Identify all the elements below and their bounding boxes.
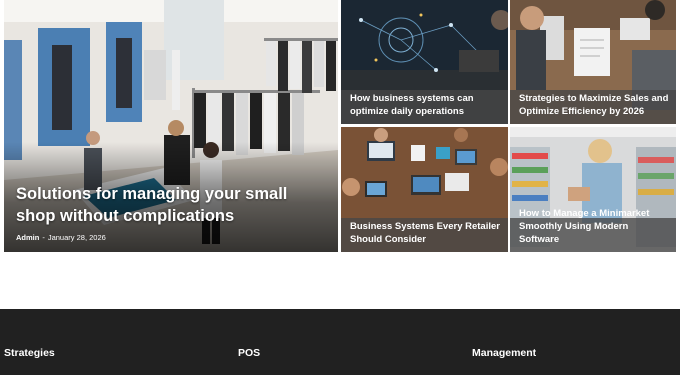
post-title[interactable]: How business systems can optimize daily … [350,92,502,118]
footer-heading-strategies[interactable]: Strategies [4,347,55,359]
featured-post-title[interactable]: Solutions for managing your small shop w… [16,183,288,227]
post-card-minimarket[interactable]: How to Manage a Minimarket Smoothly Usin… [510,127,676,252]
post-title[interactable]: Business Systems Every Retailer Should C… [350,220,502,246]
post-title[interactable]: Strategies to Maximize Sales and Optimiz… [519,92,670,118]
post-grid: Solutions for managing your small shop w… [4,0,676,252]
site-footer: Strategies POS Management [0,309,680,375]
post-card-sales-strategies[interactable]: Strategies to Maximize Sales and Optimiz… [510,0,676,124]
featured-post-meta: Admin - January 28, 2026 [16,233,106,242]
post-title[interactable]: How to Manage a Minimarket Smoothly Usin… [519,207,670,246]
post-card-business-systems[interactable]: How business systems can optimize daily … [341,0,508,124]
post-date: January 28, 2026 [47,233,106,242]
meta-separator: - [42,233,45,242]
footer-heading-pos[interactable]: POS [238,347,260,359]
featured-post-card[interactable]: Solutions for managing your small shop w… [4,0,338,252]
footer-heading-management[interactable]: Management [472,347,536,359]
post-author[interactable]: Admin [16,233,39,242]
post-card-retailer-systems[interactable]: Business Systems Every Retailer Should C… [341,127,508,252]
